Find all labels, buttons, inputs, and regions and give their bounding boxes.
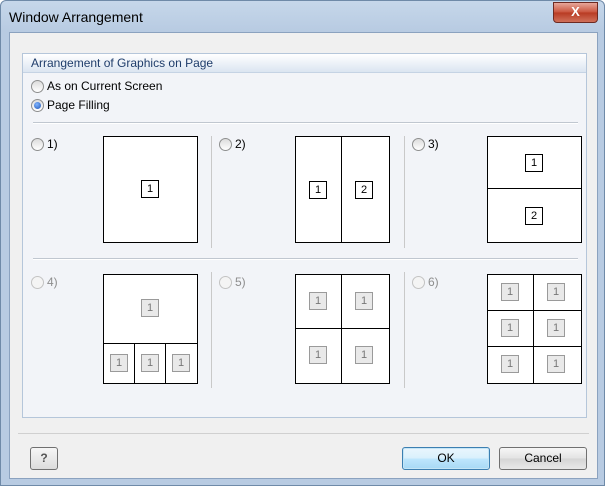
separator-v3 <box>211 272 212 388</box>
radio-label-page-filling[interactable]: Page Filling <box>47 98 110 112</box>
radio-layout-6[interactable] <box>412 276 425 289</box>
cell-number: 1 <box>309 346 327 364</box>
layout-5-cell-2: 1 <box>341 274 390 330</box>
cell-number: 2 <box>525 207 543 225</box>
layout-5-cell-1: 1 <box>295 274 343 330</box>
cell-number: 1 <box>501 319 519 337</box>
title-bar[interactable]: Window Arrangement X <box>1 1 604 31</box>
cancel-button[interactable]: Cancel <box>499 447 587 470</box>
close-button[interactable]: X <box>553 2 598 23</box>
window-arrangement-dialog: Window Arrangement X Arrangement of Grap… <box>0 0 605 486</box>
layout-4-cell-b1: 1 <box>103 343 136 384</box>
separator-middle <box>33 258 578 260</box>
cell-number: 1 <box>525 154 543 172</box>
layout-5-label[interactable]: 5) <box>235 275 246 289</box>
layout-6-preview[interactable]: 1 1 1 1 1 1 <box>487 274 582 384</box>
layout-6-label[interactable]: 6) <box>428 275 439 289</box>
radio-layout-3[interactable] <box>412 138 425 151</box>
layout-6-cell-6: 1 <box>533 346 582 384</box>
help-icon: ? <box>40 451 48 465</box>
layout-6-cell-4: 1 <box>533 310 582 348</box>
radio-layout-4[interactable] <box>31 276 44 289</box>
layout-6-cell-5: 1 <box>487 346 535 384</box>
cell-number: 1 <box>110 354 128 372</box>
layout-6-cell-3: 1 <box>487 310 535 348</box>
layout-4-cell-b2: 1 <box>134 343 167 384</box>
radio-page-filling[interactable] <box>31 99 44 112</box>
cell-number: 1 <box>355 346 373 364</box>
arrangement-group: Arrangement of Graphics on Page As on Cu… <box>22 53 587 418</box>
cell-number: 1 <box>141 180 159 198</box>
radio-layout-1[interactable] <box>31 138 44 151</box>
separator-top <box>33 122 578 124</box>
layout-5-cell-3: 1 <box>295 328 343 384</box>
cell-number: 1 <box>501 355 519 373</box>
layout-1-preview[interactable]: 1 <box>103 136 198 243</box>
radio-layout-5[interactable] <box>219 276 232 289</box>
footer-separator <box>18 433 589 434</box>
layout-2-cell-left: 1 <box>295 136 342 243</box>
ok-button[interactable]: OK <box>402 447 490 470</box>
cell-number: 1 <box>547 283 565 301</box>
cell-number: 1 <box>501 283 519 301</box>
layout-3-preview[interactable]: 1 2 <box>487 136 582 243</box>
cell-number: 1 <box>309 181 327 199</box>
layout-2-cell-right: 2 <box>341 136 390 243</box>
cell-number: 1 <box>172 354 190 372</box>
layout-5-cell-4: 1 <box>341 328 390 384</box>
layout-6-cell-2: 1 <box>533 274 582 312</box>
cell-number: 1 <box>141 299 159 317</box>
dialog-body: Arrangement of Graphics on Page As on Cu… <box>9 32 598 479</box>
cell-number: 1 <box>309 292 327 310</box>
cell-number: 1 <box>355 292 373 310</box>
layout-6-cell-1: 1 <box>487 274 535 312</box>
layout-2-label[interactable]: 2) <box>235 137 246 151</box>
layout-4-label[interactable]: 4) <box>47 275 58 289</box>
group-title: Arrangement of Graphics on Page <box>23 54 586 73</box>
layout-2-preview[interactable]: 1 2 <box>295 136 390 243</box>
layout-4-cell-b3: 1 <box>165 343 198 384</box>
radio-layout-2[interactable] <box>219 138 232 151</box>
help-button[interactable]: ? <box>30 447 58 470</box>
radio-as-on-current-screen[interactable] <box>31 80 44 93</box>
separator-v2 <box>404 136 405 248</box>
cell-number: 1 <box>547 319 565 337</box>
layout-3-cell-bottom: 2 <box>487 188 582 243</box>
radio-label-as-on-current-screen[interactable]: As on Current Screen <box>47 79 162 93</box>
cell-number: 1 <box>141 354 159 372</box>
separator-v1 <box>211 136 212 248</box>
layout-3-cell-top: 1 <box>487 136 582 190</box>
separator-v4 <box>404 272 405 388</box>
layout-1-label[interactable]: 1) <box>47 137 58 151</box>
layout-5-preview[interactable]: 1 1 1 1 <box>295 274 390 384</box>
cell-number: 1 <box>547 355 565 373</box>
layout-3-label[interactable]: 3) <box>428 137 439 151</box>
layout-4-preview[interactable]: 1 1 1 1 <box>103 274 198 384</box>
window-title: Window Arrangement <box>9 9 143 25</box>
cell-number: 2 <box>355 181 373 199</box>
